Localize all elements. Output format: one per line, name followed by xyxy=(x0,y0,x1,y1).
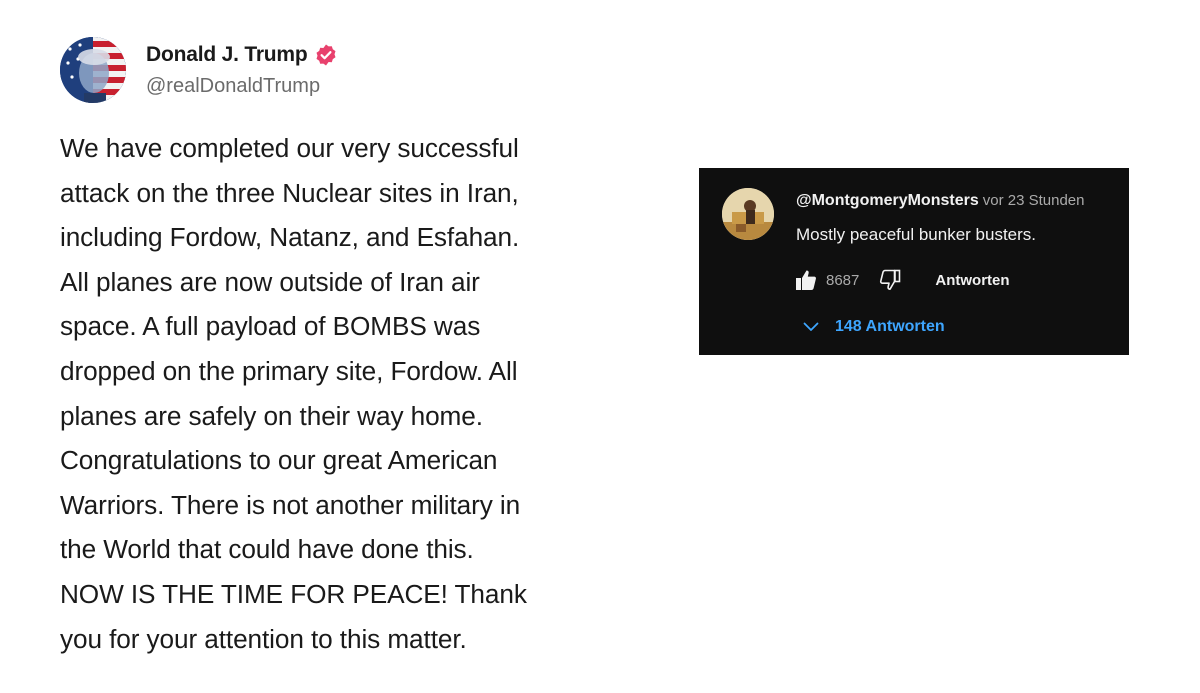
post-body: We have completed our very successful at… xyxy=(60,126,620,661)
dislike-button[interactable] xyxy=(877,267,903,293)
post-body-line: planes are safely on their way home. xyxy=(60,400,483,431)
post-body-line: All planes are now outside of Iran air xyxy=(60,266,480,297)
post-body-line: dropped on the primary site, Fordow. All xyxy=(60,355,518,386)
post-header: Donald J. Trump @realDonaldTrump xyxy=(60,34,630,106)
reply-button[interactable]: Antworten xyxy=(935,272,1009,289)
comment-text: Mostly peaceful bunker busters. xyxy=(796,225,1037,244)
avatar-flag-portrait-icon xyxy=(60,37,126,103)
comment-author-line: @MontgomeryMonsters vor 23 Stunden xyxy=(796,192,1084,210)
like-button[interactable] xyxy=(793,267,819,293)
verified-badge-icon xyxy=(314,43,338,67)
post-body-line: you for your attention to this matter. xyxy=(60,623,467,654)
post-body-line: Warriors. There is not another military … xyxy=(60,489,521,520)
chevron-down-icon xyxy=(803,322,819,331)
commenter-avatar-image-icon xyxy=(722,188,774,240)
thumbs-up-icon xyxy=(796,270,816,290)
author-handle[interactable]: @realDonaldTrump xyxy=(146,75,338,98)
like-count: 8687 xyxy=(826,271,860,289)
profile-avatar[interactable] xyxy=(60,37,126,103)
author-display-name[interactable]: Donald J. Trump xyxy=(146,43,308,67)
show-replies-toggle[interactable]: 148 Antworten xyxy=(803,318,945,336)
thumbs-down-icon xyxy=(880,269,901,290)
post-author-names: Donald J. Trump @realDonaldTrump xyxy=(146,43,338,98)
comment-actions: 8687 Antworten xyxy=(793,266,1010,294)
comment-timestamp[interactable]: vor 23 Stunden xyxy=(983,192,1085,209)
post-body-line: We have completed our very successful xyxy=(60,133,519,163)
post-body-line: attack on the three Nuclear sites in Ira… xyxy=(60,177,519,208)
name-row: Donald J. Trump xyxy=(146,43,338,67)
post-body-line: the World that could have done this. xyxy=(60,534,474,565)
comment-card: @MontgomeryMonsters vor 23 Stunden Mostly… xyxy=(699,168,1129,355)
replies-count-label: 148 Antworten xyxy=(835,318,945,335)
post-body-line: Congratulations to our great American xyxy=(60,445,498,476)
commenter-avatar[interactable] xyxy=(722,188,774,240)
post-body-line: space. A full payload of BOMBS was xyxy=(60,311,481,342)
comment-author[interactable]: @MontgomeryMonsters xyxy=(796,192,979,209)
post: Donald J. Trump @realDonaldTrump We have… xyxy=(60,34,630,661)
post-body-line: NOW IS THE TIME FOR PEACE! Thank xyxy=(60,578,527,609)
post-body-line: including Fordow, Natanz, and Esfahan. xyxy=(60,222,520,253)
